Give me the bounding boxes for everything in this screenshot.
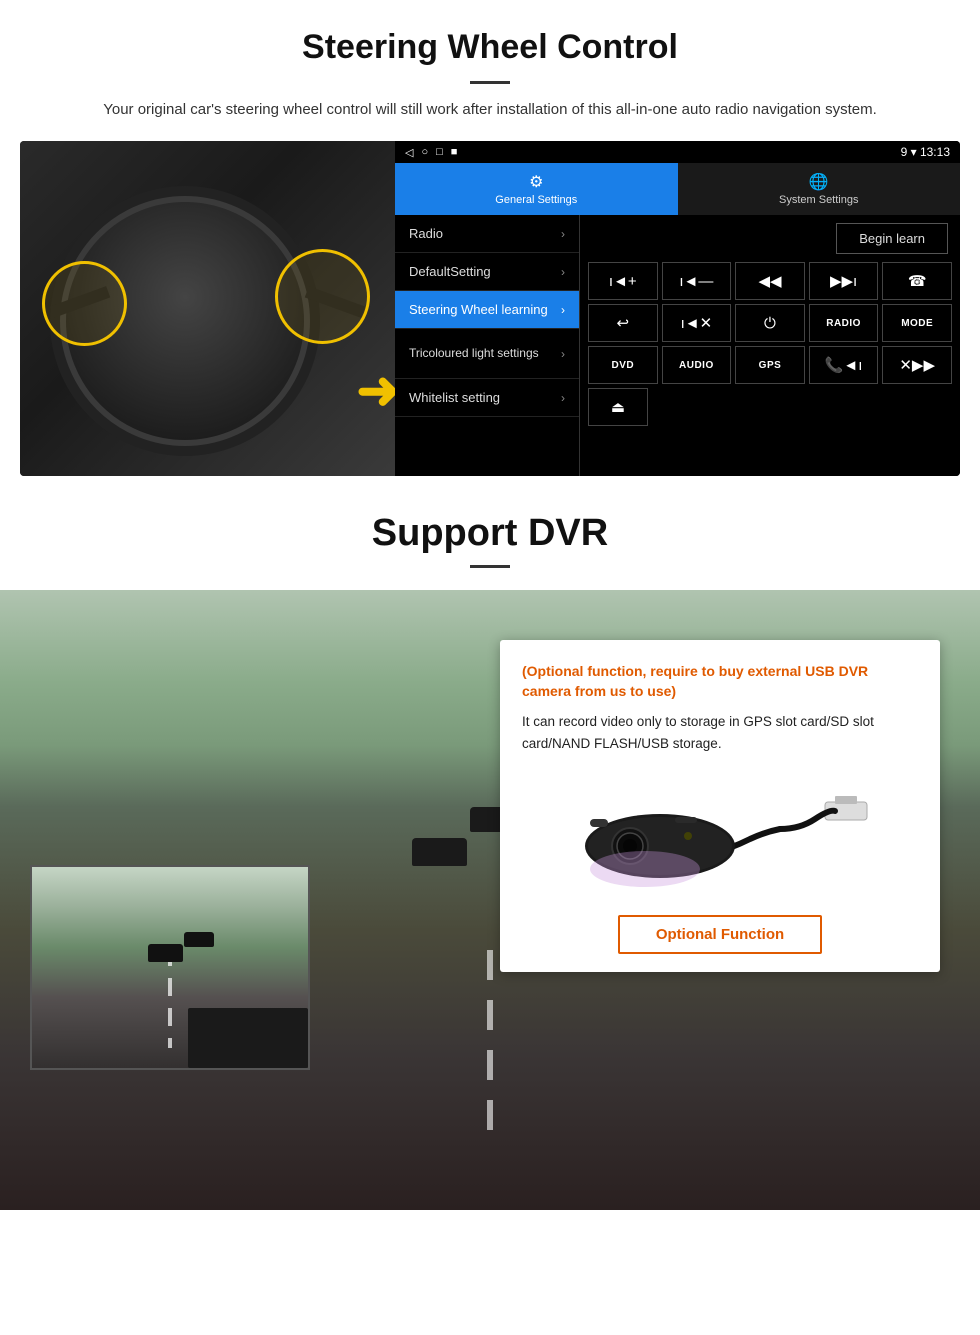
- menu-icon: ■: [451, 146, 458, 159]
- dvr-background: (Optional function, require to buy exter…: [0, 590, 980, 1210]
- android-statusbar: ◁ ○ □ ■ 9 ▾ 13:13: [395, 141, 960, 163]
- begin-learn-row: Begin learn: [588, 223, 952, 254]
- ctrl-mode[interactable]: MODE: [882, 304, 952, 342]
- small-car-hood: [188, 1008, 308, 1068]
- ctrl-phone2[interactable]: 📞◄ı: [809, 346, 879, 384]
- car-sil-3: [412, 838, 467, 866]
- menu-item-default-label: DefaultSetting: [409, 264, 491, 279]
- dvr-camera-svg: [560, 774, 880, 894]
- optional-function-button[interactable]: Optional Function: [618, 915, 822, 954]
- ctrl-power[interactable]: ⏻: [735, 304, 805, 342]
- controls-grid-row4: ⏏: [588, 388, 952, 426]
- statusbar-time: 9 ▾ 13:13: [901, 145, 950, 159]
- back-icon: ◁: [405, 146, 413, 159]
- menu-item-steering-wheel[interactable]: Steering Wheel learning ›: [395, 291, 579, 329]
- ctrl-eject[interactable]: ⏏: [588, 388, 648, 426]
- chevron-right-icon: ›: [561, 391, 565, 405]
- dvr-optional-note: (Optional function, require to buy exter…: [522, 662, 918, 701]
- settings-menu-list: Radio › DefaultSetting › Steering Wheel …: [395, 215, 580, 476]
- menu-item-tricoloured[interactable]: Tricoloured light settings ›: [395, 329, 579, 379]
- section-subtitle: Your original car's steering wheel contr…: [60, 98, 920, 121]
- android-tabs: ⚙ General Settings 🌐 System Settings: [395, 163, 960, 215]
- sw-highlight-left: [42, 261, 127, 346]
- dvr-camera-image: [560, 769, 880, 899]
- chevron-right-icon: ›: [561, 303, 565, 317]
- small-car-1: [148, 944, 183, 962]
- menu-item-whitelist[interactable]: Whitelist setting ›: [395, 379, 579, 417]
- menu-item-steering-label: Steering Wheel learning: [409, 302, 548, 317]
- ctrl-dvd[interactable]: DVD: [588, 346, 658, 384]
- ctrl-gps[interactable]: GPS: [735, 346, 805, 384]
- sw-arrow-icon: ➜: [356, 361, 395, 421]
- ctrl-skip[interactable]: ✕▶▶: [882, 346, 952, 384]
- steering-composite: ➜ ◁ ○ □ ■ 9 ▾ 13:13 ⚙ General Settings 🌐…: [20, 141, 960, 476]
- menu-item-default-setting[interactable]: DefaultSetting ›: [395, 253, 579, 291]
- dvr-section: Support DVR (Optional function, require …: [0, 476, 980, 1210]
- ctrl-next-track[interactable]: ▶▶ı: [809, 262, 879, 300]
- chevron-right-icon: ›: [561, 227, 565, 241]
- menu-item-radio[interactable]: Radio ›: [395, 215, 579, 253]
- ctrl-prev-track[interactable]: ◀◀: [735, 262, 805, 300]
- title-divider: [470, 81, 510, 84]
- tab-system-settings[interactable]: 🌐 System Settings: [678, 163, 961, 215]
- dvr-description: It can record video only to storage in G…: [522, 711, 918, 754]
- small-car-2: [184, 932, 214, 947]
- ctrl-vol-up[interactable]: ı◄+: [588, 262, 658, 300]
- controls-grid-row2: ↩ ı◄✕ ⏻ RADIO MODE: [588, 304, 952, 342]
- android-menu: Radio › DefaultSetting › Steering Wheel …: [395, 215, 960, 476]
- dvr-small-road: [32, 867, 308, 1068]
- ctrl-radio-btn[interactable]: RADIO: [809, 304, 879, 342]
- ctrl-mute[interactable]: ı◄✕: [662, 304, 732, 342]
- begin-learn-button[interactable]: Begin learn: [836, 223, 948, 254]
- sw-highlight-right: [275, 249, 370, 344]
- dvr-title: Support DVR: [20, 512, 960, 555]
- dvr-divider: [470, 565, 510, 568]
- tab-general-settings[interactable]: ⚙ General Settings: [395, 163, 678, 215]
- road-center-line: [487, 950, 493, 1150]
- home-icon: ○: [421, 146, 428, 159]
- controls-panel: Begin learn ı◄+ ı◄— ◀◀ ▶▶ı ☎ ↩ ı◄✕ ⏻ RAD…: [580, 215, 960, 476]
- tab-general-label: General Settings: [495, 194, 577, 206]
- gear-icon: ⚙: [529, 172, 543, 192]
- dvr-small-road-mark: [168, 948, 172, 1048]
- network-icon: 🌐: [809, 172, 829, 192]
- statusbar-nav-icons: ◁ ○ □ ■: [405, 146, 457, 159]
- recent-icon: □: [436, 146, 443, 159]
- controls-grid-row1: ı◄+ ı◄— ◀◀ ▶▶ı ☎: [588, 262, 952, 300]
- ctrl-vol-down[interactable]: ı◄—: [662, 262, 732, 300]
- menu-item-whitelist-label: Whitelist setting: [409, 390, 500, 405]
- dvr-info-box: (Optional function, require to buy exter…: [500, 640, 940, 971]
- page-title: Steering Wheel Control: [0, 0, 980, 73]
- chevron-right-icon: ›: [561, 265, 565, 279]
- dvr-title-area: Support DVR: [0, 476, 980, 590]
- menu-item-radio-label: Radio: [409, 226, 443, 241]
- controls-grid-row3: DVD AUDIO GPS 📞◄ı ✕▶▶: [588, 346, 952, 384]
- ctrl-hangup[interactable]: ↩: [588, 304, 658, 342]
- chevron-right-icon: ›: [561, 347, 565, 361]
- menu-item-tricoloured-label: Tricoloured light settings: [409, 346, 539, 362]
- ctrl-audio[interactable]: AUDIO: [662, 346, 732, 384]
- tab-system-label: System Settings: [779, 194, 858, 206]
- android-panel: ◁ ○ □ ■ 9 ▾ 13:13 ⚙ General Settings 🌐 S…: [395, 141, 960, 476]
- ctrl-phone[interactable]: ☎: [882, 262, 952, 300]
- steering-photo: ➜: [20, 141, 395, 476]
- dvr-small-screen: [30, 865, 310, 1070]
